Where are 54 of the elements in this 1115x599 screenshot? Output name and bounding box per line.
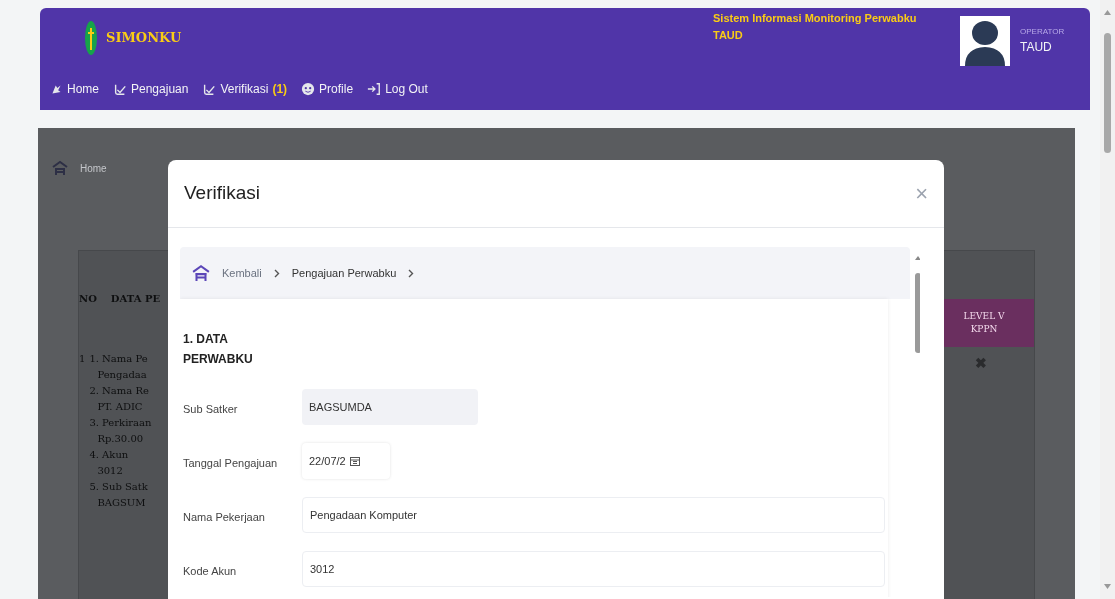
system-title: Sistem Informasi Monitoring Perwabku <box>713 11 917 26</box>
nav-link[interactable]: Verifikasi (1) <box>202 80 288 98</box>
table-cell-line: 5. Sub Satk <box>89 480 149 494</box>
checklist-icon <box>113 82 127 96</box>
table-cell-line: 4. Akun <box>89 448 130 462</box>
modal-title: Verifikasi <box>184 181 261 206</box>
table-cell-line: 3. Perkiraan <box>89 416 152 430</box>
column-header: DATA PE <box>110 292 161 306</box>
section-title: 1. DATA PERWABKU <box>183 331 254 368</box>
scroll-down-arrow-icon <box>1104 584 1111 589</box>
count-label: (1) <box>272 81 288 98</box>
column-header: LEVEL V <box>963 309 1005 323</box>
status-mark: ✖ <box>975 354 987 373</box>
user-role: OPERATOR <box>1020 26 1065 38</box>
checklist-icon <box>202 82 217 96</box>
field-label: Kode Akun <box>183 564 238 579</box>
column-header: KPPN <box>970 323 998 336</box>
nav-link[interactable]: Pengajuan <box>113 80 189 98</box>
brand-name: SIMONKU <box>106 29 182 48</box>
user-name: TAUD <box>1020 39 1053 56</box>
field-label: Sub Satker <box>183 402 239 417</box>
table-cell-line: 2. Nama Re <box>89 384 150 398</box>
input-field[interactable]: 3012 <box>302 551 885 587</box>
table-cell-line: 1. Nama Pe <box>89 352 149 366</box>
table-cell-line: Pengadaa <box>96 368 148 382</box>
readonly-field[interactable]: BAGSUMDA <box>302 389 478 425</box>
profile-icon <box>301 82 316 96</box>
table-cell-line: Rp.30.00 <box>96 432 145 446</box>
unit-name: TAUD <box>713 27 744 43</box>
scroll-up-arrow-icon <box>915 255 920 261</box>
scrollbar-thumb[interactable] <box>915 273 920 353</box>
breadcrumb-link[interactable]: Pengajuan Perwabku <box>291 264 397 282</box>
scroll-up-arrow-icon <box>1104 10 1111 15</box>
table-cell-line: PT. ADIC <box>96 400 144 414</box>
nav-link[interactable]: Home <box>50 80 99 98</box>
calendar-icon <box>349 456 360 466</box>
field-label: Tanggal Pengajuan <box>183 456 279 471</box>
column-header: NO <box>79 292 97 306</box>
chevron-icon <box>273 268 280 278</box>
chevron-icon <box>408 268 415 278</box>
table-cell-line: BAGSUM <box>96 496 147 510</box>
breadcrumb-link[interactable]: Home <box>80 160 107 176</box>
scrollbar-thumb[interactable] <box>1104 33 1111 153</box>
logout-icon <box>367 82 382 96</box>
breadcrumb-link[interactable]: Kembali <box>222 264 262 282</box>
nav-link[interactable]: Log Out <box>367 80 428 98</box>
table-cell-line: 3012 <box>96 464 124 478</box>
date-field[interactable]: 22/07/2 <box>302 443 390 479</box>
nav-link[interactable]: Profile <box>301 80 354 98</box>
avatar-silhouette-icon <box>960 16 1010 66</box>
table-cell-text: 1 <box>79 352 86 366</box>
shield-logo-icon <box>84 20 98 56</box>
input-field[interactable]: Pengadaan Komputer <box>302 497 885 533</box>
field-label: Nama Pekerjaan <box>183 510 266 525</box>
